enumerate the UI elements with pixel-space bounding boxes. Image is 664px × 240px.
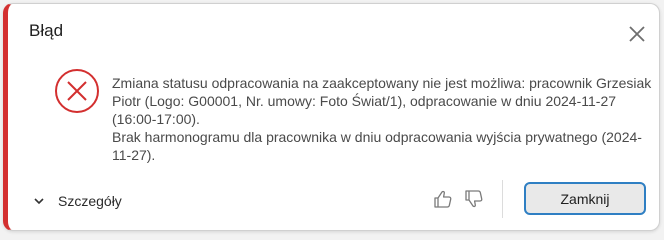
close-dialog-button[interactable]: Zamknij: [524, 182, 646, 215]
error-dialog: Błąd Zmiana statusu odpracowania na zaak…: [3, 3, 660, 231]
details-label: Szczegóły: [58, 193, 122, 209]
error-message: Zmiana statusu odpracowania na zaakcepto…: [112, 74, 652, 164]
details-toggle[interactable]: Szczegóły: [34, 191, 122, 211]
dialog-title: Błąd: [29, 21, 64, 40]
error-circle-x-icon: [55, 69, 99, 113]
thumbs-up-icon[interactable]: [432, 188, 454, 210]
error-message-detail: Brak harmonogramu dla pracownika w dniu …: [112, 129, 642, 163]
close-icon[interactable]: [627, 24, 647, 44]
footer-separator: [502, 180, 503, 218]
chevron-down-icon: [34, 198, 44, 205]
error-message-main: Zmiana statusu odpracowania na zaakcepto…: [112, 75, 652, 127]
thumbs-down-icon[interactable]: [463, 188, 485, 210]
